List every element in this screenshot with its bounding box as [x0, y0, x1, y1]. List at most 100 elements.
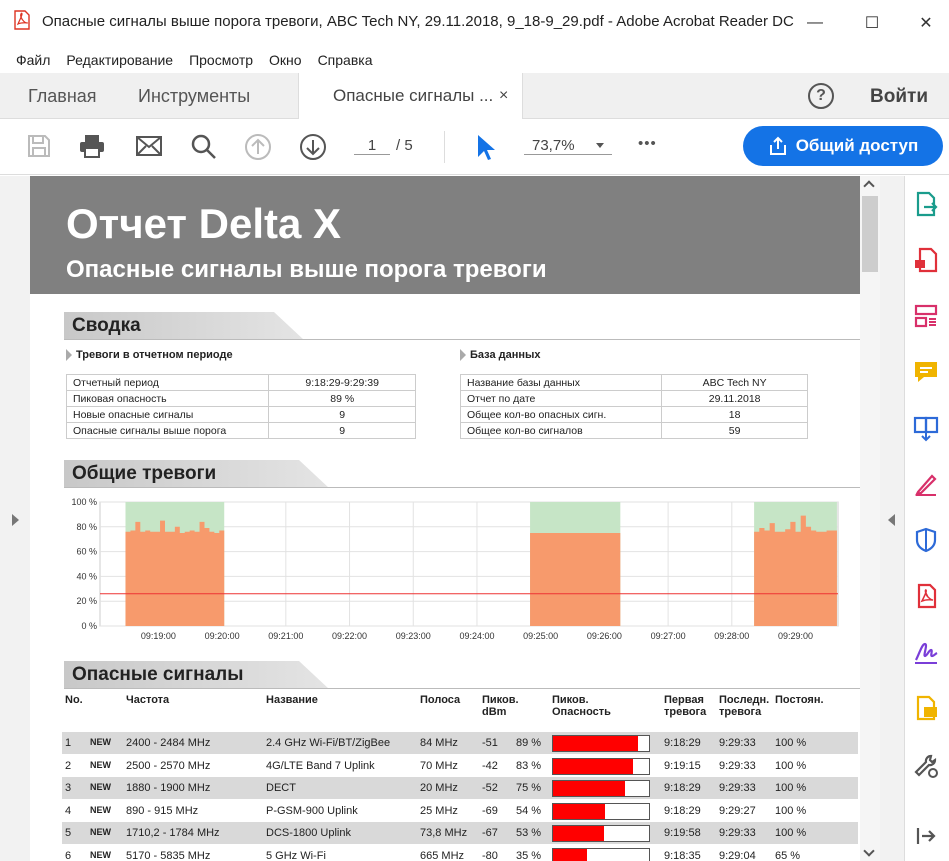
cell-last: 9:29:33	[719, 759, 756, 772]
cell-no: 4	[65, 804, 72, 817]
cell-name: 5 GHz Wi-Fi	[266, 849, 326, 861]
save-icon[interactable]	[26, 133, 52, 159]
database-table: Название базы данных ABC Tech NY Отчет по …	[459, 374, 808, 439]
y-tick-label: 20 %	[76, 596, 97, 606]
minimize-button[interactable]: —	[795, 8, 835, 38]
x-tick-label: 09:29:00	[778, 631, 813, 641]
cell-last: 9:29:04	[719, 849, 756, 861]
cell-freq: 2400 - 2484 MHz	[126, 737, 211, 749]
cell-freq: 1880 - 1900 MHz	[126, 782, 211, 794]
tab-tools[interactable]: Инструменты	[138, 73, 250, 119]
cell-no: 3	[65, 782, 72, 794]
cell-new: NEW	[90, 759, 111, 770]
more-tools-button[interactable]: •••	[638, 135, 657, 152]
report-banner: Отчет Delta X Опасные сигналы выше порог…	[30, 176, 860, 294]
cell-last: 9:29:33	[719, 737, 756, 749]
menu-view[interactable]: Просмотр	[189, 52, 253, 68]
alarm-area	[530, 533, 621, 626]
sign-icon[interactable]	[912, 638, 940, 666]
collapse-panel-icon[interactable]	[912, 822, 940, 850]
protect-shield-icon[interactable]	[912, 526, 940, 554]
tab-document[interactable]: Опасные сигналы ... ×	[298, 73, 523, 120]
cell-first: 9:18:29	[664, 737, 701, 749]
menu-edit[interactable]: Редактирование	[66, 52, 173, 68]
menu-help[interactable]: Справка	[318, 52, 373, 68]
left-panel-collapsed[interactable]	[0, 176, 30, 861]
zoom-value: 73,7%	[532, 137, 575, 154]
y-tick-label: 40 %	[76, 571, 97, 581]
cell-freq: 1710,2 - 1784 MHz	[126, 827, 220, 839]
next-page-icon[interactable]	[299, 133, 327, 161]
create-pdf-icon[interactable]	[912, 246, 940, 274]
close-button[interactable]: ✕	[906, 8, 946, 38]
database-value: 29.11.2018	[661, 390, 808, 407]
right-panel-toggle-area[interactable]	[880, 176, 904, 861]
col-peak-danger: Пиков. Опасность	[552, 694, 611, 718]
col-first-alarm: Первая тревога	[664, 694, 707, 718]
cell-band: 20 MHz	[420, 782, 458, 794]
collapse-right-panel-icon[interactable]	[888, 514, 895, 526]
danger-level-fill	[553, 781, 625, 796]
pdf-file-icon	[14, 10, 30, 30]
x-tick-label: 09:27:00	[651, 631, 686, 641]
database-value: ABC Tech NY	[661, 374, 808, 391]
email-icon[interactable]	[135, 133, 163, 159]
alarms-table: Отчетный период 9:18:29-9:29:39 Пиковая оп…	[65, 374, 416, 439]
summary-header: Сводка	[64, 312, 860, 340]
cell-dbm: -80	[482, 849, 498, 861]
organize-pages-icon[interactable]	[912, 302, 940, 330]
cell-last: 9:29:33	[719, 782, 756, 794]
danger-level-fill	[553, 826, 604, 841]
database-label: Общее кол-во опасных сигн.	[459, 406, 663, 423]
search-icon[interactable]	[190, 133, 218, 161]
send-comments-icon[interactable]	[912, 694, 940, 722]
menu-window[interactable]: Окно	[269, 52, 302, 68]
export-pdf-icon[interactable]	[912, 190, 940, 218]
maximize-button[interactable]: ☐	[852, 8, 892, 38]
cell-no: 5	[65, 827, 72, 839]
y-tick-label: 100 %	[71, 497, 97, 507]
danger-level-fill	[553, 803, 605, 819]
alarm-area	[754, 515, 837, 626]
table-row: 1 NEW 2400 - 2484 MHz 2.4 GHz Wi-Fi/BT/ZigB…	[62, 732, 858, 754]
database-label: Общее кол-во сигналов	[459, 422, 663, 439]
fill-sign-icon[interactable]	[912, 470, 940, 498]
cell-dbm: -42	[482, 759, 498, 772]
table-row: 6 NEW 5170 - 5835 MHz 5 GHz Wi-Fi 665 MHz -80…	[62, 845, 858, 861]
cell-new: NEW	[90, 827, 111, 837]
scroll-up-icon[interactable]	[863, 180, 875, 192]
expand-left-panel-icon[interactable]	[12, 514, 19, 526]
menu-bar: Файл Редактирование Просмотр Окно Справк…	[0, 48, 949, 72]
cell-band: 25 MHz	[420, 804, 458, 817]
zoom-select[interactable]: 73,7%	[524, 137, 612, 155]
select-cursor-icon[interactable]	[474, 133, 496, 161]
x-tick-label: 09:19:00	[141, 631, 176, 641]
comment-icon[interactable]	[912, 358, 940, 386]
scrollbar-thumb[interactable]	[862, 196, 878, 272]
menu-file[interactable]: Файл	[16, 52, 50, 68]
danger-level-bar	[552, 847, 650, 861]
tab-close-icon[interactable]: ×	[499, 73, 508, 119]
vertical-scrollbar[interactable]	[860, 176, 880, 861]
cell-name: 4G/LTE Band 7 Uplink	[266, 759, 375, 772]
compare-files-icon[interactable]	[912, 414, 940, 442]
pdf-page: Отчет Delta X Опасные сигналы выше порог…	[30, 176, 860, 861]
page-number-input[interactable]: 1	[354, 137, 390, 155]
more-tools-wrench-icon[interactable]	[912, 752, 940, 780]
cell-const: 100 %	[775, 827, 807, 839]
cell-dbm: -69	[482, 804, 498, 817]
prev-page-icon[interactable]	[244, 133, 272, 161]
x-tick-label: 09:26:00	[587, 631, 622, 641]
alarm-area	[125, 520, 225, 626]
tab-home[interactable]: Главная	[28, 73, 97, 119]
cell-const: 65 %	[775, 849, 801, 861]
scroll-down-icon[interactable]	[863, 845, 875, 857]
tab-bar: Главная Инструменты Опасные сигналы ... …	[0, 73, 949, 120]
alarms-row: Отчетный период 9:18:29-9:29:39	[65, 374, 416, 391]
share-button[interactable]: Общий доступ	[743, 126, 943, 166]
print-icon[interactable]	[78, 133, 106, 159]
alarms-chart: 0 % 20 % 40 % 60 % 80 % 100 % 09:19:00 09:20:00…	[71, 497, 839, 641]
pdf-acrobat-icon[interactable]	[912, 582, 940, 610]
help-icon[interactable]: ?	[808, 83, 834, 109]
signin-button[interactable]: Войти	[870, 86, 928, 108]
